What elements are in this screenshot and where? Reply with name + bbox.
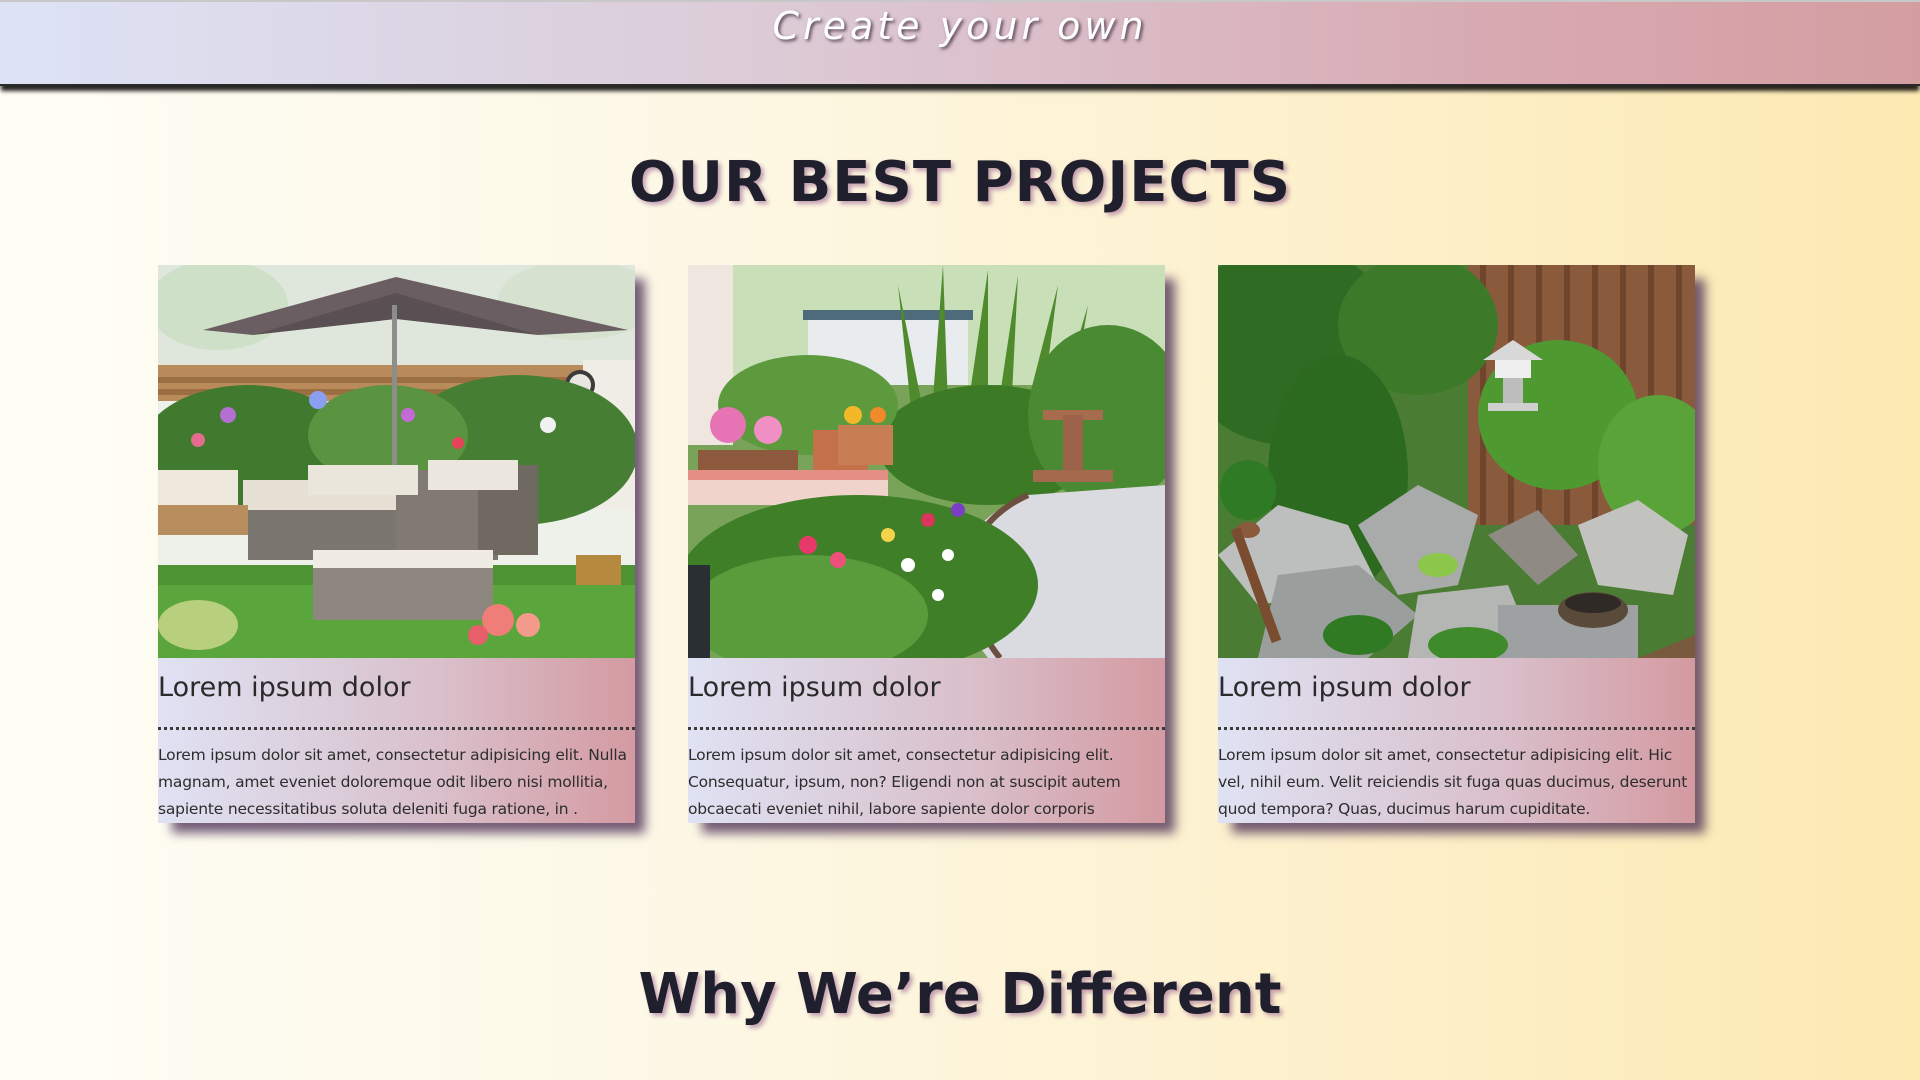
card-description: Lorem ipsum dolor sit amet, consectetur … — [158, 746, 627, 818]
project-card[interactable]: Lorem ipsum dolor Lorem ipsum dolor sit … — [158, 265, 635, 823]
card-title: Lorem ipsum dolor — [1218, 672, 1471, 703]
header-banner: Create your own — [0, 2, 1920, 86]
patio-garden-image — [158, 265, 635, 658]
different-section-title: Why We’re Different — [638, 962, 1282, 1027]
card-description: Lorem ipsum dolor sit amet, consectetur … — [1218, 746, 1688, 818]
project-card[interactable]: Lorem ipsum dolor Lorem ipsum dolor sit … — [1218, 265, 1695, 823]
card-title: Lorem ipsum dolor — [158, 672, 411, 703]
card-divider — [158, 727, 635, 730]
rock-garden-image — [1218, 265, 1695, 658]
projects-section-title: OUR BEST PROJECTS — [628, 150, 1292, 215]
project-card[interactable]: Lorem ipsum dolor Lorem ipsum dolor sit … — [688, 265, 1165, 823]
card-divider — [1218, 727, 1695, 730]
garden-path-image — [688, 265, 1165, 658]
card-title: Lorem ipsum dolor — [688, 672, 941, 703]
card-description: Lorem ipsum dolor sit amet, consectetur … — [688, 746, 1121, 818]
card-divider — [688, 727, 1165, 730]
banner-title: Create your own — [772, 4, 1148, 48]
